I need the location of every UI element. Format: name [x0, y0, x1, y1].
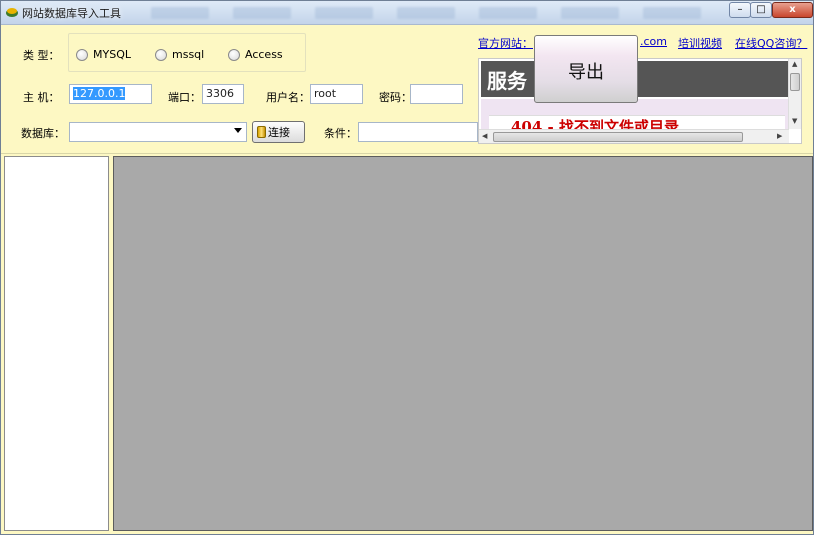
chevron-down-icon[interactable]: [234, 128, 242, 133]
connect-button[interactable]: 连接: [252, 121, 305, 143]
condition-label: 条件：: [324, 127, 357, 140]
window-title: 网站数据库导入工具: [22, 7, 121, 20]
username-label: 用户名：: [266, 91, 310, 104]
table-list-panel[interactable]: [4, 156, 109, 531]
app-icon: [6, 8, 18, 17]
port-label: 端口：: [168, 91, 201, 104]
section-divider: [1, 153, 813, 154]
database-label: 数据库：: [21, 127, 65, 140]
browser-vertical-scrollbar[interactable]: ▲ ▼: [788, 59, 801, 129]
background-tab-ghost: [151, 7, 209, 19]
close-button[interactable]: x: [772, 2, 813, 18]
radio-access[interactable]: Access: [228, 48, 283, 61]
official-site-link-tail[interactable]: .com: [640, 35, 667, 48]
background-tab-ghost: [643, 7, 701, 19]
radio-mssql[interactable]: mssql: [155, 48, 204, 61]
host-input[interactable]: 127.0.0.1: [69, 84, 152, 104]
db-type-radio-group: MYSQL mssql Access: [68, 33, 306, 72]
training-video-link[interactable]: 培训视频: [678, 35, 722, 51]
radio-circle-icon[interactable]: [228, 48, 240, 61]
background-tab-ghost: [561, 7, 619, 19]
vertical-scroll-thumb[interactable]: [790, 73, 800, 91]
connect-label: 连接: [268, 126, 290, 139]
radio-circle-icon[interactable]: [76, 48, 88, 61]
browser-content: 404 - 找不到文件或目录: [481, 99, 789, 133]
maximize-button[interactable]: □: [750, 2, 772, 18]
horizontal-scroll-thumb[interactable]: [493, 132, 743, 142]
scroll-right-icon[interactable]: ▶: [777, 132, 782, 140]
username-input[interactable]: root: [310, 84, 363, 104]
database-icon: [257, 126, 266, 138]
background-tab-ghost: [397, 7, 455, 19]
data-grid-panel[interactable]: [113, 156, 813, 531]
type-label: 类 型：: [23, 49, 60, 62]
official-site-link[interactable]: 官方网站：: [478, 35, 533, 51]
radio-access-label: Access: [245, 48, 283, 61]
radio-circle-icon[interactable]: [155, 48, 167, 61]
radio-mysql[interactable]: MYSQL: [76, 48, 131, 61]
database-select[interactable]: [69, 122, 247, 142]
radio-mysql-label: MYSQL: [93, 48, 131, 61]
browser-horizontal-scrollbar[interactable]: ◀ ▶: [479, 129, 789, 143]
scroll-left-icon[interactable]: ◀: [482, 132, 487, 140]
background-tab-ghost: [479, 7, 537, 19]
condition-input[interactable]: [358, 122, 478, 142]
background-tab-ghost: [315, 7, 373, 19]
minimize-button[interactable]: –: [729, 2, 751, 18]
export-button[interactable]: 导出: [534, 35, 638, 103]
password-input[interactable]: [410, 84, 463, 104]
scroll-up-icon[interactable]: ▲: [792, 60, 797, 68]
app-window: 网站数据库导入工具 – □ x 类 型： MYSQL mssql Access …: [0, 0, 814, 535]
password-label: 密码：: [379, 91, 412, 104]
port-input[interactable]: 3306: [202, 84, 244, 104]
host-value: 127.0.0.1: [73, 87, 126, 100]
title-bar[interactable]: 网站数据库导入工具 – □ x: [1, 1, 813, 25]
embedded-browser[interactable]: 服务 404 - 找不到文件或目录 ▲ ▼ ◀ ▶: [478, 58, 802, 144]
host-label: 主 机：: [23, 91, 60, 104]
online-qq-link[interactable]: 在线QQ咨询？: [735, 35, 807, 51]
scroll-down-icon[interactable]: ▼: [792, 117, 797, 125]
background-tab-ghost: [233, 7, 291, 19]
radio-mssql-label: mssql: [172, 48, 205, 61]
